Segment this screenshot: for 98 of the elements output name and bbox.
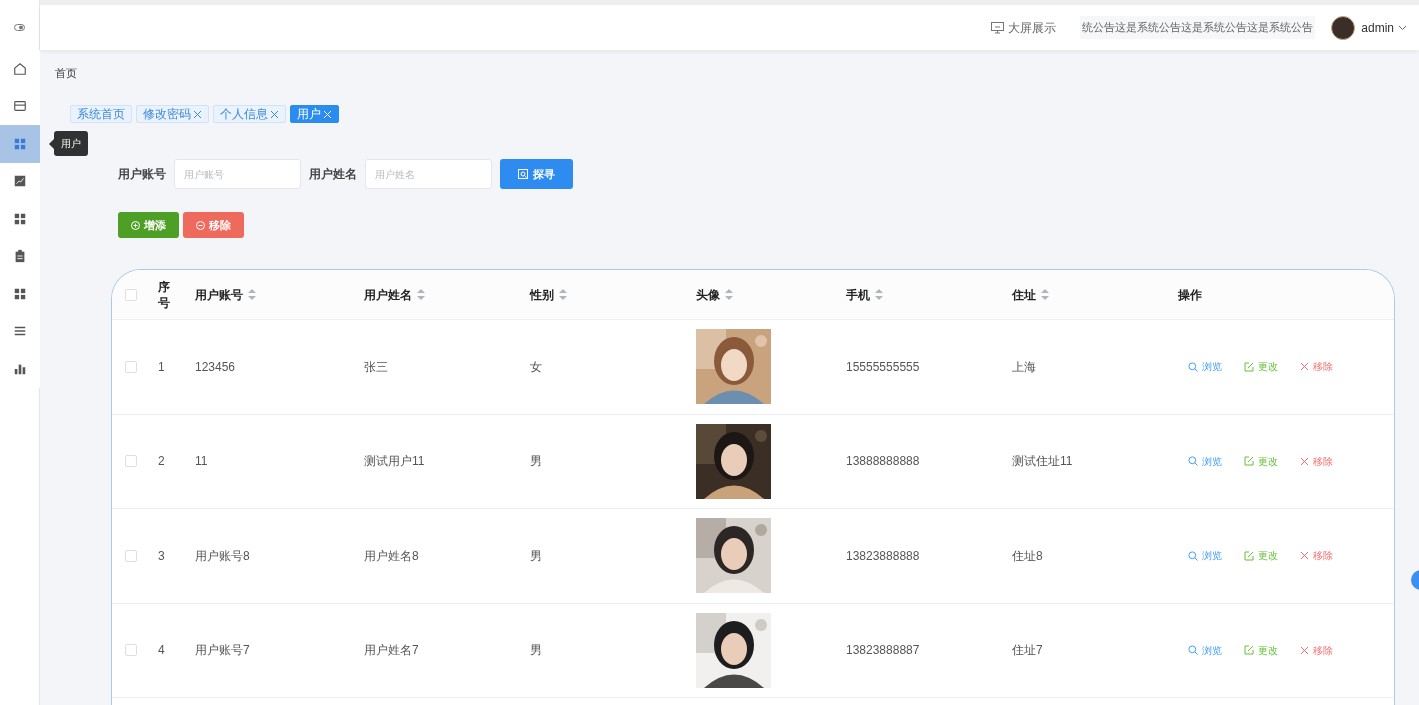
table-cell: 男 bbox=[530, 454, 542, 469]
table-cell: 女 bbox=[530, 359, 542, 374]
column-header[interactable]: 用户账号 bbox=[195, 285, 256, 304]
table-cell: 2 bbox=[158, 454, 165, 469]
input-field[interactable]: 用户账号 bbox=[174, 159, 301, 189]
table-cell: 3 bbox=[158, 548, 165, 563]
table-cell: 13888888888 bbox=[846, 454, 920, 469]
grid-icon bbox=[12, 136, 27, 151]
avatar[interactable] bbox=[1331, 15, 1356, 40]
table-cell: 13823888887 bbox=[846, 643, 920, 658]
edit-link[interactable]: 更改 bbox=[1244, 359, 1278, 375]
delete-link[interactable]: 移除 bbox=[1300, 548, 1333, 564]
notice-marquee: 统公告这是系统公告这是系统公告这是系统公告 bbox=[1080, 16, 1316, 39]
table-cell: 男 bbox=[530, 643, 542, 658]
close-icon bbox=[1300, 645, 1309, 655]
tab[interactable]: 用户 bbox=[290, 105, 339, 123]
search-icon bbox=[518, 169, 528, 179]
table-cell: 用户姓名7 bbox=[364, 643, 419, 658]
screen-link[interactable]: 大屏展示 bbox=[991, 18, 1057, 37]
table-cell: 1 bbox=[158, 359, 165, 374]
edit-link[interactable]: 更改 bbox=[1244, 453, 1278, 469]
close-icon bbox=[1300, 551, 1309, 561]
card-icon bbox=[12, 99, 27, 114]
checkbox[interactable] bbox=[125, 455, 137, 468]
tab[interactable]: 系统首页 bbox=[70, 105, 132, 123]
table-cell: 用户姓名8 bbox=[364, 548, 419, 563]
chevron-down-icon[interactable] bbox=[1398, 24, 1407, 31]
sort-icon[interactable] bbox=[417, 289, 425, 300]
table-cell: 11 bbox=[195, 454, 208, 469]
edit-icon bbox=[1244, 550, 1254, 561]
table-cell: 上海 bbox=[1012, 359, 1036, 374]
search-button[interactable]: 探寻 bbox=[500, 159, 573, 189]
close-icon bbox=[1300, 456, 1309, 466]
search-icon bbox=[1188, 645, 1198, 656]
table-cell: 住址7 bbox=[1012, 643, 1043, 658]
column-header[interactable]: 头像 bbox=[696, 285, 733, 304]
tab[interactable]: 个人信息 bbox=[213, 105, 286, 123]
table-cell: 4 bbox=[158, 643, 165, 658]
edit-link[interactable]: 更改 bbox=[1244, 548, 1278, 564]
sort-icon[interactable] bbox=[559, 289, 567, 300]
user-name[interactable]: admin bbox=[1361, 18, 1394, 37]
delete-link[interactable]: 移除 bbox=[1300, 642, 1333, 658]
chart-icon bbox=[12, 174, 27, 189]
column-header[interactable]: 性别 bbox=[530, 285, 567, 304]
column-header[interactable]: 住址 bbox=[1012, 285, 1049, 304]
toggle-icon[interactable] bbox=[14, 24, 25, 31]
edit-link[interactable]: 更改 bbox=[1244, 642, 1278, 658]
field-label: 用户姓名 bbox=[309, 166, 357, 183]
close-icon[interactable] bbox=[193, 109, 202, 119]
column-header[interactable]: 用户姓名 bbox=[364, 285, 425, 304]
monitor-icon bbox=[991, 21, 1005, 34]
table-cell: 测试用户11 bbox=[364, 454, 425, 469]
sort-icon[interactable] bbox=[725, 289, 733, 300]
table-cell: 男 bbox=[530, 548, 542, 563]
table-cell: 测试住址11 bbox=[1012, 454, 1073, 469]
home-icon bbox=[12, 61, 27, 76]
column-header: 序号 bbox=[158, 278, 171, 311]
view-link[interactable]: 浏览 bbox=[1188, 453, 1222, 469]
sort-icon[interactable] bbox=[248, 289, 256, 300]
sort-icon[interactable] bbox=[875, 289, 883, 300]
edit-icon bbox=[1244, 361, 1254, 372]
field-label: 用户账号 bbox=[118, 166, 166, 183]
checkbox[interactable] bbox=[125, 549, 137, 562]
tooltip: 用户 bbox=[54, 131, 88, 156]
search-icon bbox=[1188, 361, 1198, 372]
breadcrumb[interactable]: 首页 bbox=[55, 67, 77, 79]
view-link[interactable]: 浏览 bbox=[1188, 359, 1222, 375]
view-link[interactable]: 浏览 bbox=[1188, 548, 1222, 564]
search-icon bbox=[1188, 456, 1198, 467]
table-cell: 住址8 bbox=[1012, 548, 1043, 563]
minus-circle-icon bbox=[196, 220, 205, 230]
column-header: 操作 bbox=[1178, 286, 1202, 304]
edit-icon bbox=[1244, 645, 1254, 656]
column-header[interactable]: 手机 bbox=[846, 285, 883, 304]
close-icon bbox=[1300, 362, 1309, 372]
delete-link[interactable]: 移除 bbox=[1300, 359, 1333, 375]
table-cell: 123456 bbox=[195, 359, 236, 374]
sort-icon[interactable] bbox=[1041, 289, 1049, 300]
table-cell: 13823888888 bbox=[846, 548, 920, 563]
tab[interactable]: 修改密码 bbox=[136, 105, 209, 123]
view-link[interactable]: 浏览 bbox=[1188, 642, 1222, 658]
grid-icon bbox=[12, 211, 27, 226]
add-button[interactable]: 增添 bbox=[118, 212, 179, 238]
grid-icon bbox=[12, 286, 27, 301]
input-field[interactable]: 用户姓名 bbox=[365, 159, 492, 189]
table-cell: 张三 bbox=[364, 359, 388, 374]
close-icon[interactable] bbox=[270, 109, 279, 119]
edit-icon bbox=[1244, 456, 1254, 467]
checkbox[interactable] bbox=[125, 644, 137, 657]
table-cell: 用户账号7 bbox=[195, 643, 250, 658]
checkbox[interactable] bbox=[125, 360, 137, 373]
plus-circle-icon bbox=[131, 220, 140, 230]
table-cell: 用户账号8 bbox=[195, 548, 250, 563]
checkbox[interactable] bbox=[125, 288, 137, 301]
search-icon bbox=[1188, 550, 1198, 561]
delete-link[interactable]: 移除 bbox=[1300, 453, 1333, 469]
delete-button[interactable]: 移除 bbox=[183, 212, 244, 238]
table-cell: 15555555555 bbox=[846, 359, 920, 374]
